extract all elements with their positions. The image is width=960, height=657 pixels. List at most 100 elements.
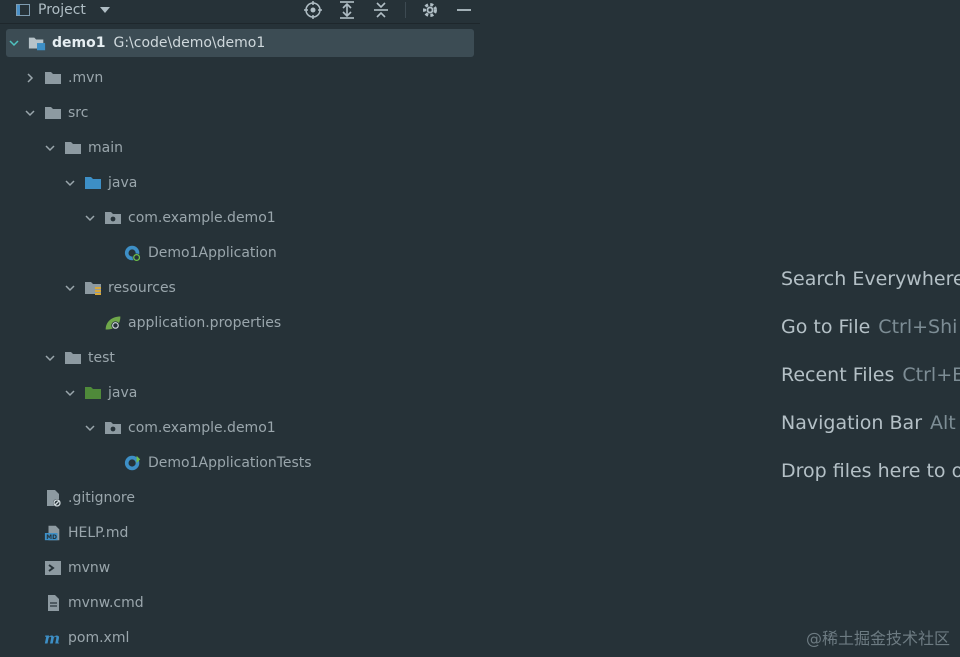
tree-item-label: .gitignore bbox=[68, 489, 135, 506]
hint-go-to-file[interactable]: Go to File Ctrl+Shi bbox=[781, 316, 957, 338]
expand-all-icon[interactable] bbox=[337, 0, 357, 20]
gear-icon[interactable] bbox=[420, 0, 440, 20]
tree-item[interactable]: java bbox=[0, 375, 480, 410]
tree-item-label: demo1 bbox=[52, 35, 106, 51]
tree-item-label: pom.xml bbox=[68, 629, 130, 646]
tree-item[interactable]: src bbox=[0, 95, 480, 130]
tree-item[interactable]: Demo1Application bbox=[0, 235, 480, 270]
tree-item[interactable]: demo1 G:\code\demo\demo1 bbox=[6, 29, 474, 57]
tree-item-label: .mvn bbox=[68, 69, 104, 86]
hint-label: Go to File bbox=[781, 316, 871, 338]
tree-item-label: resources bbox=[108, 279, 176, 296]
hint-navigation-bar[interactable]: Navigation Bar Alt bbox=[781, 412, 956, 434]
hint-label: Navigation Bar bbox=[781, 412, 923, 434]
hint-shortcut: Ctrl+E bbox=[902, 364, 960, 386]
test-class-icon bbox=[124, 455, 142, 471]
tree-item-label: mvnw.cmd bbox=[68, 594, 144, 611]
project-tree: demo1 G:\code\demo\demo1 .mvn src main java co… bbox=[0, 25, 480, 655]
tree-item[interactable]: main bbox=[0, 130, 480, 165]
hint-shortcut: Alt bbox=[930, 412, 956, 434]
tree-item[interactable]: MD HELP.md bbox=[0, 515, 480, 550]
tree-item-label: test bbox=[88, 349, 115, 366]
tree-item[interactable]: com.example.demo1 bbox=[0, 410, 480, 445]
chevron-right-icon[interactable] bbox=[24, 72, 36, 84]
tree-item-label: mvnw bbox=[68, 559, 111, 576]
project-toolbar: Project bbox=[0, 0, 480, 24]
folder-icon bbox=[44, 70, 62, 86]
svg-text:m: m bbox=[44, 630, 60, 646]
tree-item[interactable]: com.example.demo1 bbox=[0, 200, 480, 235]
tree-item[interactable]: mvnw bbox=[0, 550, 480, 585]
locate-icon[interactable] bbox=[303, 0, 323, 20]
tree-item[interactable]: java bbox=[0, 165, 480, 200]
svg-text:MD: MD bbox=[46, 534, 57, 540]
tree-item-label: java bbox=[108, 384, 138, 401]
project-view-selector[interactable]: Project bbox=[16, 0, 110, 20]
chevron-down-icon[interactable] bbox=[64, 387, 76, 399]
tree-item[interactable]: Demo1ApplicationTests bbox=[0, 445, 480, 480]
test-folder-icon bbox=[84, 385, 102, 401]
gitignore-icon bbox=[44, 489, 62, 507]
spring-class-icon bbox=[124, 245, 142, 262]
source-folder-icon bbox=[84, 175, 102, 191]
chevron-down-icon[interactable] bbox=[44, 352, 56, 364]
hint-search-everywhere[interactable]: Search Everywhere bbox=[781, 268, 960, 290]
tree-item[interactable]: .gitignore bbox=[0, 480, 480, 515]
module-path: G:\code\demo\demo1 bbox=[113, 35, 266, 51]
folder-icon bbox=[44, 105, 62, 121]
chevron-down-icon[interactable] bbox=[44, 142, 56, 154]
tree-item-label: Demo1ApplicationTests bbox=[148, 454, 312, 471]
toolbar-actions bbox=[303, 0, 474, 20]
tree-item-label: main bbox=[88, 139, 123, 156]
hint-shortcut: Ctrl+Shi bbox=[878, 316, 958, 338]
chevron-down-icon[interactable] bbox=[8, 37, 20, 49]
module-folder-icon bbox=[28, 35, 46, 51]
markdown-icon: MD bbox=[44, 525, 62, 541]
package-icon bbox=[104, 210, 122, 226]
folder-icon bbox=[64, 140, 82, 156]
minimize-icon[interactable] bbox=[454, 0, 474, 20]
hint-label: Drop files here to o bbox=[781, 460, 960, 482]
tree-item[interactable]: resources bbox=[0, 270, 480, 305]
tree-item-label: com.example.demo1 bbox=[128, 419, 276, 436]
tree-item[interactable]: m pom.xml bbox=[0, 620, 480, 655]
tree-item[interactable]: mvnw.cmd bbox=[0, 585, 480, 620]
tree-item-label: HELP.md bbox=[68, 524, 129, 541]
package-icon bbox=[104, 420, 122, 436]
hint-drop-files: Drop files here to o bbox=[781, 460, 960, 482]
maven-icon: m bbox=[44, 630, 62, 646]
chevron-down-icon[interactable] bbox=[84, 212, 96, 224]
chevron-down-icon[interactable] bbox=[64, 177, 76, 189]
tree-item-label: java bbox=[108, 174, 138, 191]
spring-properties-icon bbox=[104, 315, 122, 331]
hint-recent-files[interactable]: Recent Files Ctrl+E bbox=[781, 364, 960, 386]
tree-item-label: src bbox=[68, 104, 89, 121]
hint-label: Search Everywhere bbox=[781, 268, 960, 290]
chevron-down-icon[interactable] bbox=[24, 107, 36, 119]
resources-folder-icon bbox=[84, 280, 102, 296]
toolbar-divider bbox=[405, 2, 406, 18]
project-panel: Project demo1 G:\code\demo\demo1 .mvn src ma… bbox=[0, 0, 480, 657]
watermark: @稀土掘金技术社区 bbox=[805, 629, 950, 648]
hint-label: Recent Files bbox=[781, 364, 895, 386]
project-title: Project bbox=[38, 2, 86, 18]
tree-item[interactable]: application.properties bbox=[0, 305, 480, 340]
tree-item[interactable]: .mvn bbox=[0, 60, 480, 95]
chevron-down-icon[interactable] bbox=[84, 422, 96, 434]
tree-item-label: application.properties bbox=[128, 314, 282, 331]
tree-item-label: Demo1Application bbox=[148, 244, 277, 261]
collapse-all-icon[interactable] bbox=[371, 0, 391, 20]
tree-item[interactable]: test bbox=[0, 340, 480, 375]
dropdown-arrow-icon[interactable] bbox=[99, 7, 110, 13]
project-window-icon bbox=[16, 4, 30, 16]
folder-icon bbox=[64, 350, 82, 366]
chevron-down-icon[interactable] bbox=[64, 282, 76, 294]
